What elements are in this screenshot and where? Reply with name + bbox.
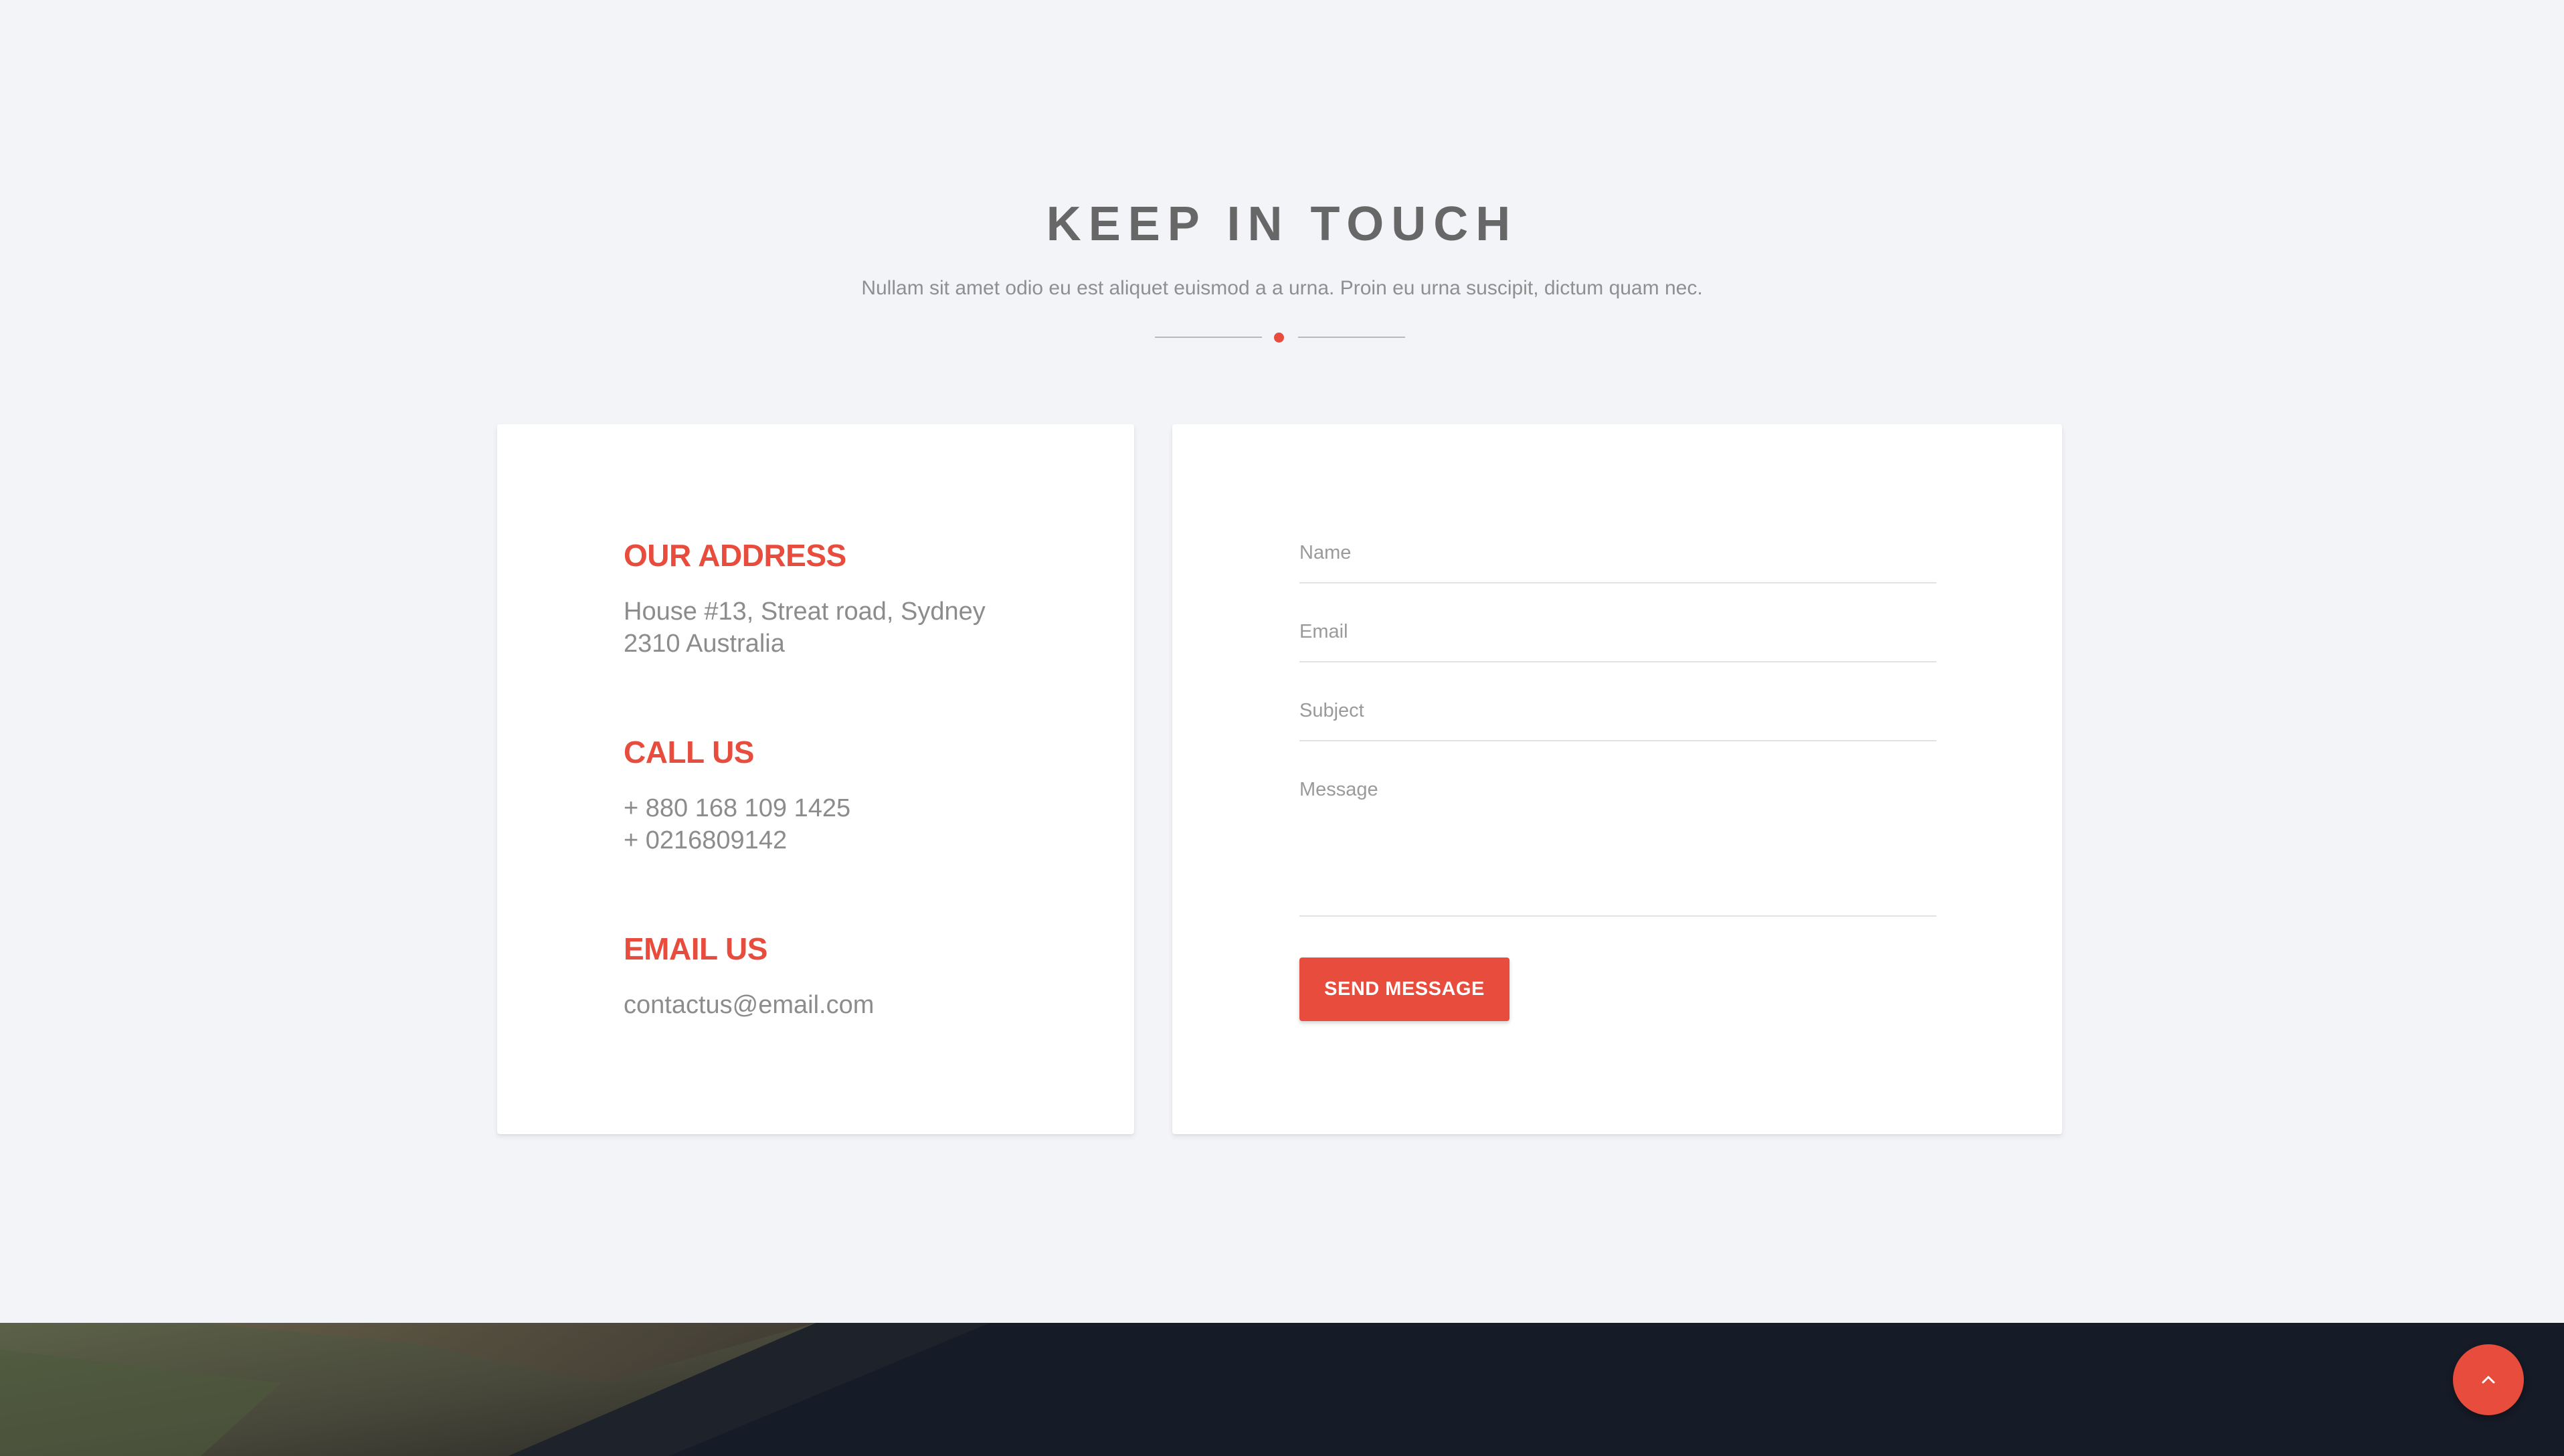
call-block: CALL US + 880 168 109 1425 + 0216809142 <box>624 733 1092 856</box>
address-line-2: 2310 Australia <box>624 630 785 658</box>
email-field[interactable]: Email <box>1299 617 1936 662</box>
divider-line-left <box>1155 337 1262 338</box>
address-heading: OUR ADDRESS <box>624 538 846 573</box>
footer-landscape <box>0 1323 2564 1456</box>
email-placeholder: Email <box>1299 621 1348 642</box>
scroll-to-top-button[interactable] <box>2453 1344 2524 1415</box>
name-placeholder: Name <box>1299 542 1352 563</box>
section-title: KEEP IN TOUCH <box>1046 197 1518 251</box>
contact-info-card: OUR ADDRESS House #13, Streat road, Sydn… <box>497 424 1134 1134</box>
phone-line-2: + 0216809142 <box>624 826 788 854</box>
email-address: contactus@email.com <box>624 991 875 1019</box>
contact-form-card: Name Email Subject Message SEND MESSAGE <box>1172 424 2062 1134</box>
name-field[interactable]: Name <box>1299 538 1936 583</box>
chevron-up-icon <box>2482 1376 2495 1384</box>
subject-placeholder: Subject <box>1299 700 1364 721</box>
footer-background-image <box>0 1323 2564 1456</box>
section-subtitle: Nullam sit amet odio eu est aliquet euis… <box>861 277 1703 299</box>
message-placeholder: Message <box>1299 779 1378 800</box>
divider-dot <box>1274 333 1284 343</box>
address-line-1: House #13, Streat road, Sydney <box>624 598 986 626</box>
message-field[interactable]: Message <box>1299 775 1936 917</box>
email-heading: EMAIL US <box>624 931 767 966</box>
address-block: OUR ADDRESS House #13, Streat road, Sydn… <box>624 537 1092 660</box>
call-heading: CALL US <box>624 735 755 769</box>
subject-field[interactable]: Subject <box>1299 696 1936 741</box>
phone-line-1: + 880 168 109 1425 <box>624 794 851 822</box>
contact-section: KEEP IN TOUCH Nullam sit amet odio eu es… <box>0 0 2564 1323</box>
divider-line-right <box>1298 337 1405 338</box>
send-message-button[interactable]: SEND MESSAGE <box>1299 958 1509 1021</box>
email-block: EMAIL US contactus@email.com <box>624 930 1092 1021</box>
